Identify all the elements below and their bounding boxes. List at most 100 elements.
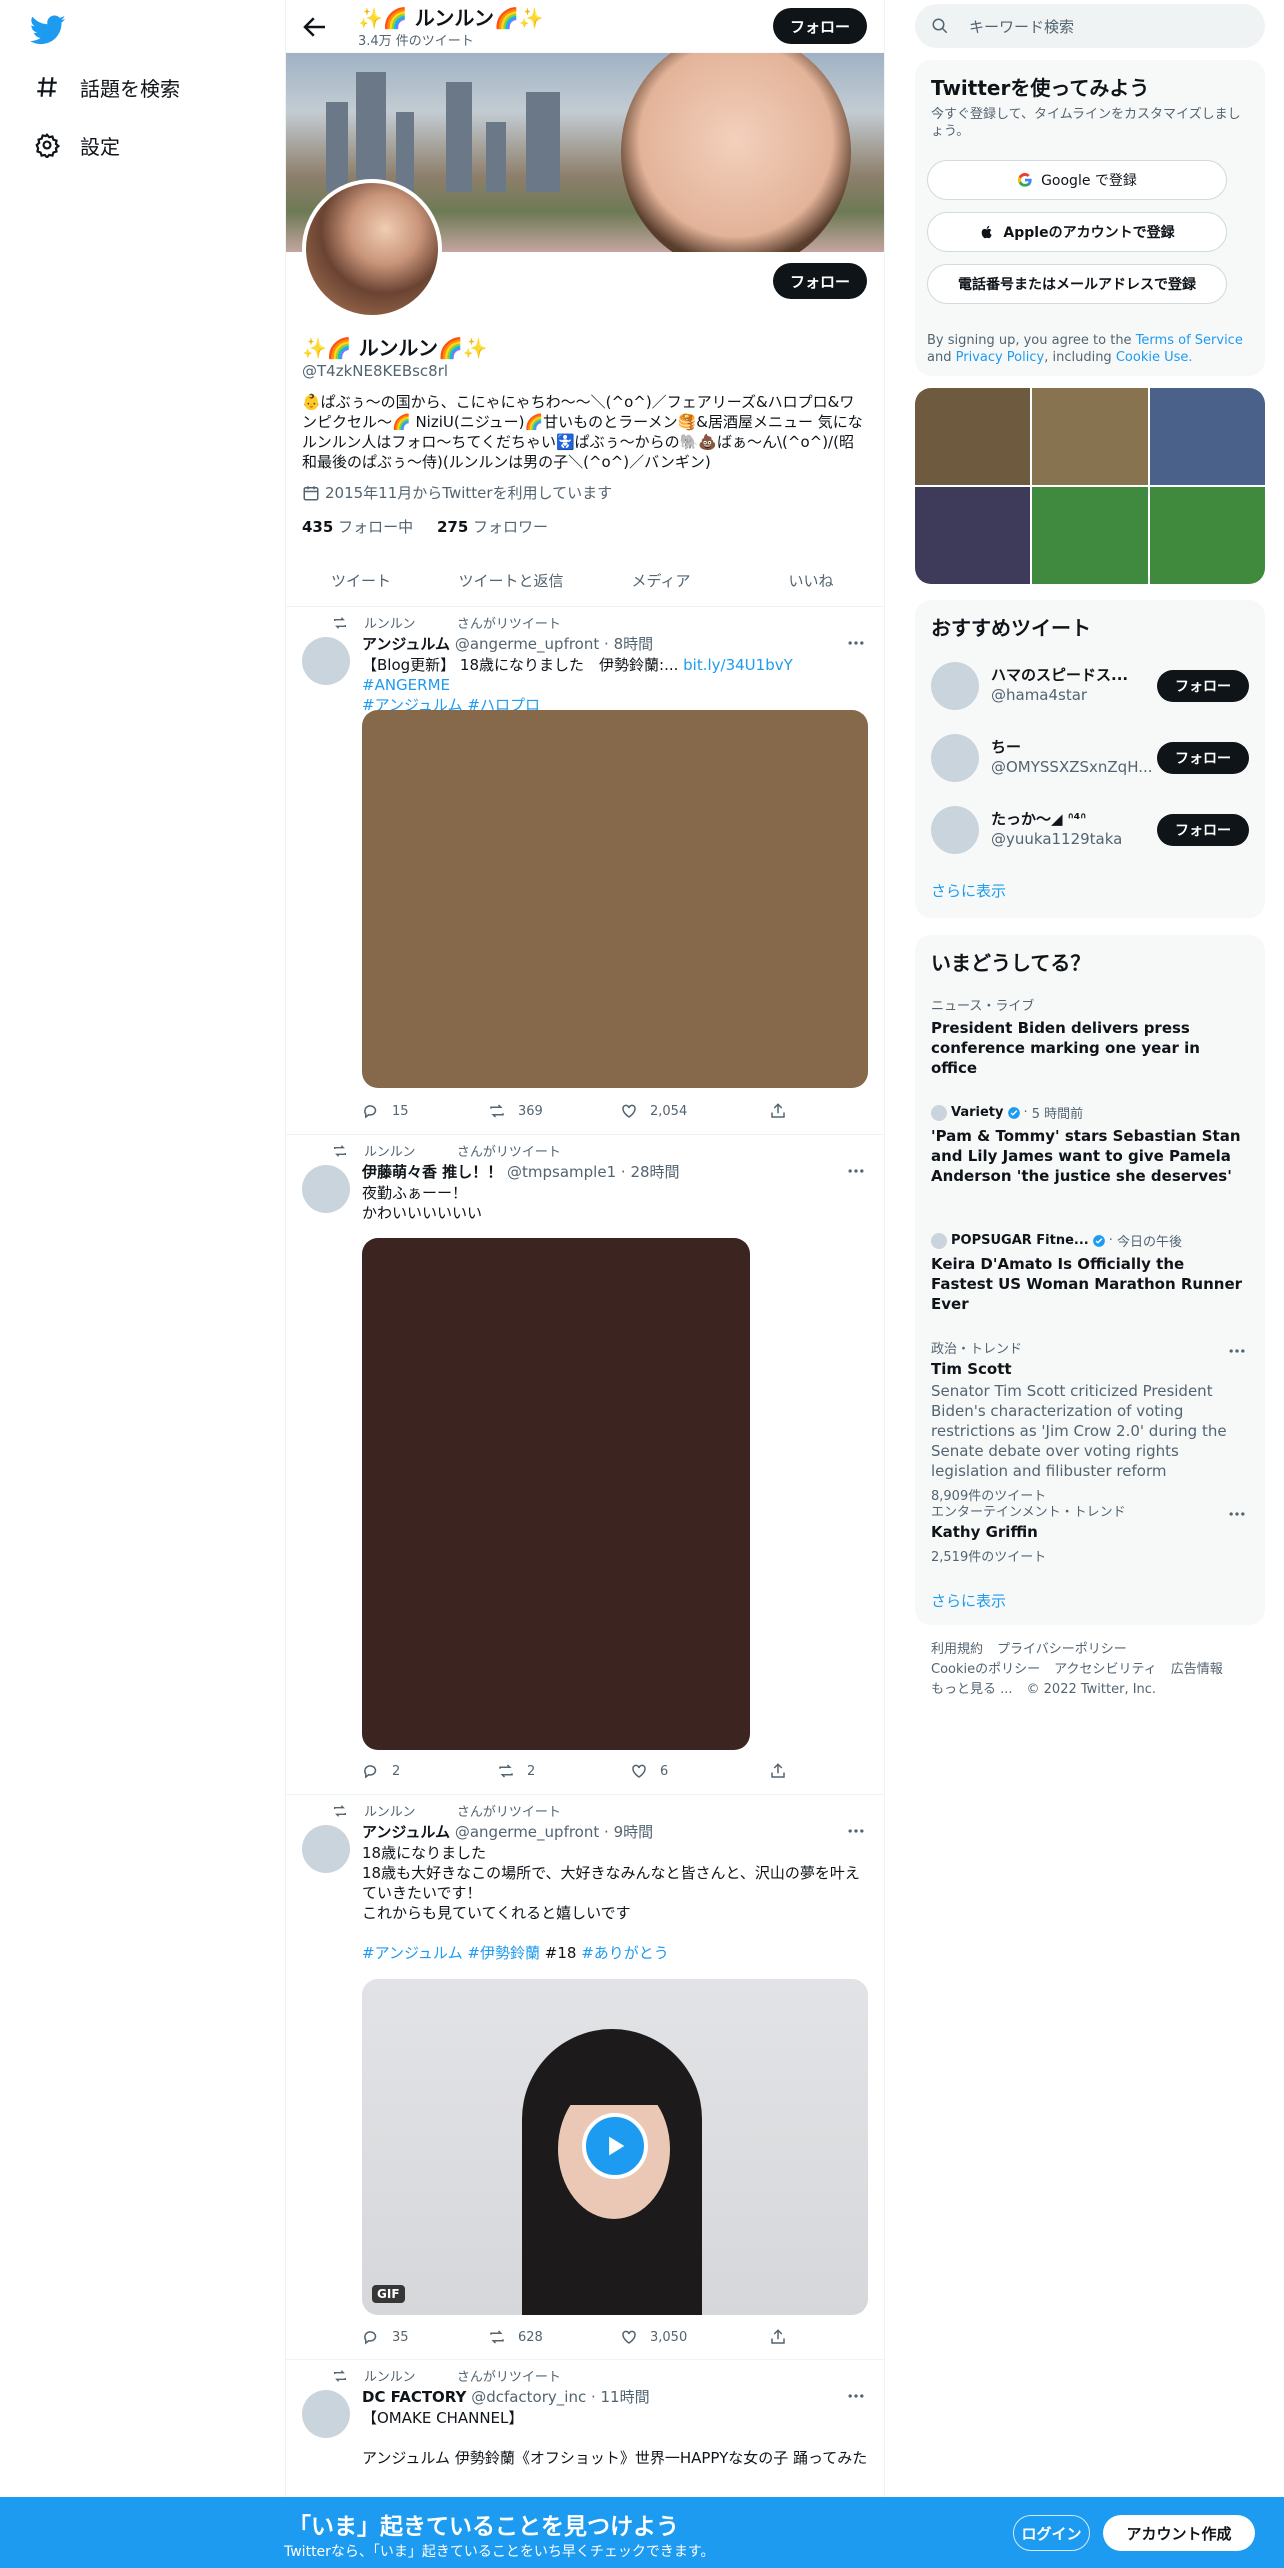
- header-follow-button[interactable]: フォロー: [773, 8, 867, 44]
- recommended-name[interactable]: たっか〜◢ ᐢ⁴ᐢ: [991, 808, 1151, 829]
- recommended-follow-button[interactable]: フォロー: [1157, 670, 1249, 702]
- trends-show-more[interactable]: さらに表示: [931, 1590, 1006, 1611]
- trend-item[interactable]: Variety · 5 時間前 'Pam & Tommy' stars Seba…: [931, 1103, 1251, 1186]
- more-icon[interactable]: [846, 1821, 866, 1841]
- like-button[interactable]: 6: [630, 1762, 668, 1780]
- signup-button[interactable]: アカウント作成: [1103, 2515, 1255, 2551]
- tweet-media[interactable]: [362, 710, 868, 1088]
- media-thumbnail[interactable]: [915, 388, 1031, 485]
- hashtag[interactable]: #伊勢鈴蘭: [467, 1944, 540, 1962]
- phone-email-signup-button[interactable]: 電話番号またはメールアドレスで登録: [927, 264, 1227, 304]
- recommended-follow-button[interactable]: フォロー: [1157, 814, 1249, 846]
- tweet-author-name[interactable]: アンジュルム: [362, 635, 450, 653]
- recommended-user[interactable]: ちー @OMYSSXZSxnZqH... フォロー: [915, 722, 1265, 794]
- play-button[interactable]: [582, 2113, 648, 2179]
- tab-likes[interactable]: いいね: [736, 554, 884, 606]
- footer-link-cookie[interactable]: Cookieのポリシー: [931, 1662, 1040, 1677]
- hashtag[interactable]: #ANGERME: [362, 676, 450, 694]
- more-icon[interactable]: [846, 1161, 866, 1181]
- tweet-avatar[interactable]: [302, 1165, 350, 1213]
- tweet-time[interactable]: 11時間: [601, 2388, 650, 2406]
- tweet-time[interactable]: 9時間: [614, 1823, 654, 1841]
- tweet-author-handle[interactable]: @dcfactory_inc: [471, 2388, 586, 2406]
- reply-button[interactable]: 35: [362, 2328, 409, 2346]
- tweet-avatar[interactable]: [302, 2390, 350, 2438]
- like-button[interactable]: 3,050: [620, 2328, 687, 2346]
- tab-media[interactable]: メディア: [586, 554, 736, 606]
- twitter-logo-icon[interactable]: [30, 12, 66, 48]
- tweet-time[interactable]: 28時間: [630, 1163, 679, 1181]
- footer-link-ads[interactable]: 広告情報: [1171, 1662, 1223, 1677]
- tab-tweets[interactable]: ツイート: [286, 554, 436, 606]
- retweet-button[interactable]: 2: [497, 1762, 535, 1780]
- followers-link[interactable]: 275 フォロワー: [437, 518, 548, 536]
- tweet-author-handle[interactable]: @angerme_upfront: [455, 1823, 599, 1841]
- login-button[interactable]: ログイン: [1013, 2515, 1090, 2551]
- profile-avatar[interactable]: [302, 179, 442, 319]
- footer-link-terms[interactable]: 利用規約: [931, 1642, 983, 1657]
- tweet-author-name[interactable]: アンジュルム: [362, 1823, 450, 1841]
- tweet-time[interactable]: 8時間: [614, 635, 654, 653]
- search-box[interactable]: キーワード検索: [915, 4, 1265, 48]
- more-icon[interactable]: [846, 2386, 866, 2406]
- share-button[interactable]: [769, 1102, 799, 1120]
- tweet-avatar[interactable]: [302, 1825, 350, 1873]
- tweet-link[interactable]: bit.ly/34U1bvY: [683, 656, 793, 674]
- more-icon[interactable]: [1227, 1341, 1247, 1361]
- media-thumbnail[interactable]: [1149, 487, 1265, 584]
- like-button[interactable]: 2,054: [620, 1102, 687, 1120]
- trend-item[interactable]: POPSUGAR Fitne... · 今日の午後 Keira D'Amato …: [931, 1231, 1251, 1314]
- recommended-show-more[interactable]: さらに表示: [931, 880, 1006, 901]
- retweeter-name[interactable]: ルンルン: [364, 1141, 415, 1160]
- cookie-use-link[interactable]: Cookie Use.: [1116, 350, 1193, 365]
- footer-link-privacy[interactable]: プライバシーポリシー: [997, 1642, 1127, 1657]
- recommended-name[interactable]: ちー: [991, 736, 1151, 757]
- trend-item[interactable]: エンターテインメント・トレンド Kathy Griffin 2,519件のツイー…: [931, 1501, 1251, 1565]
- recommended-handle[interactable]: @hama4star: [991, 686, 1151, 704]
- nav-settings[interactable]: 設定: [34, 125, 120, 165]
- more-icon[interactable]: [846, 633, 866, 653]
- recommended-follow-button[interactable]: フォロー: [1157, 742, 1249, 774]
- retweeter-name[interactable]: ルンルン: [364, 1801, 415, 1820]
- tweet-author-name[interactable]: DC FACTORY: [362, 2388, 466, 2406]
- recommended-name[interactable]: ハマのスピードス...: [991, 664, 1151, 685]
- recommended-handle[interactable]: @OMYSSXZSxnZqH...: [991, 758, 1151, 776]
- profile-follow-button[interactable]: フォロー: [773, 263, 867, 299]
- search-input[interactable]: キーワード検索: [969, 16, 1074, 37]
- reply-button[interactable]: 15: [362, 1102, 409, 1120]
- tweet[interactable]: ルンルン さんがリツイート アンジュルム @angerme_upfront · …: [286, 1795, 884, 2360]
- following-link[interactable]: 435 フォロー中: [302, 518, 413, 536]
- retweet-button[interactable]: 369: [488, 1102, 543, 1120]
- google-signup-button[interactable]: Google で登録: [927, 160, 1227, 200]
- apple-signup-button[interactable]: Appleのアカウントで登録: [927, 212, 1227, 252]
- tweet-avatar[interactable]: [302, 637, 350, 685]
- tweet-author-handle[interactable]: @tmpsample1: [507, 1163, 616, 1181]
- nav-explore[interactable]: 話題を検索: [34, 67, 180, 107]
- tweet-media[interactable]: [362, 1238, 750, 1750]
- recommended-avatar[interactable]: [931, 662, 979, 710]
- more-icon[interactable]: [1227, 1504, 1247, 1524]
- tab-tweets-and-replies[interactable]: ツイートと返信: [436, 554, 586, 606]
- retweeter-name[interactable]: ルンルン: [364, 613, 415, 632]
- media-thumbnail[interactable]: [1032, 388, 1148, 485]
- tweet[interactable]: ルンルン さんがリツイート アンジュルム @angerme_upfront · …: [286, 607, 884, 1135]
- recommended-avatar[interactable]: [931, 806, 979, 854]
- reply-button[interactable]: 2: [362, 1762, 400, 1780]
- hashtag[interactable]: #ありがとう: [581, 1944, 669, 1962]
- tweet-author-handle[interactable]: @angerme_upfront: [455, 635, 599, 653]
- recommended-avatar[interactable]: [931, 734, 979, 782]
- media-thumbnail[interactable]: [915, 487, 1031, 584]
- footer-link-accessibility[interactable]: アクセシビリティ: [1054, 1662, 1157, 1677]
- media-thumbnail[interactable]: [1032, 487, 1148, 584]
- trend-item[interactable]: 政治・トレンド Tim Scott Senator Tim Scott crit…: [931, 1338, 1251, 1504]
- tweet-video[interactable]: GIF: [362, 1979, 868, 2315]
- trend-item[interactable]: ニュース・ライブ President Biden delivers press …: [931, 995, 1251, 1078]
- hashtag[interactable]: #アンジュルム: [362, 1944, 463, 1962]
- retweeter-name[interactable]: ルンルン: [364, 2366, 415, 2385]
- privacy-policy-link[interactable]: Privacy Policy: [956, 350, 1045, 365]
- footer-link-more[interactable]: もっと見る ...: [931, 1682, 1013, 1697]
- tweet[interactable]: ルンルン さんがリツイート 伊藤萌々香 推し！！ @tmpsample1 · 2…: [286, 1135, 884, 1795]
- recommended-user[interactable]: ハマのスピードス... @hama4star フォロー: [915, 650, 1265, 722]
- retweet-button[interactable]: 628: [488, 2328, 543, 2346]
- tweet-author-name[interactable]: 伊藤萌々香 推し！！: [362, 1163, 502, 1181]
